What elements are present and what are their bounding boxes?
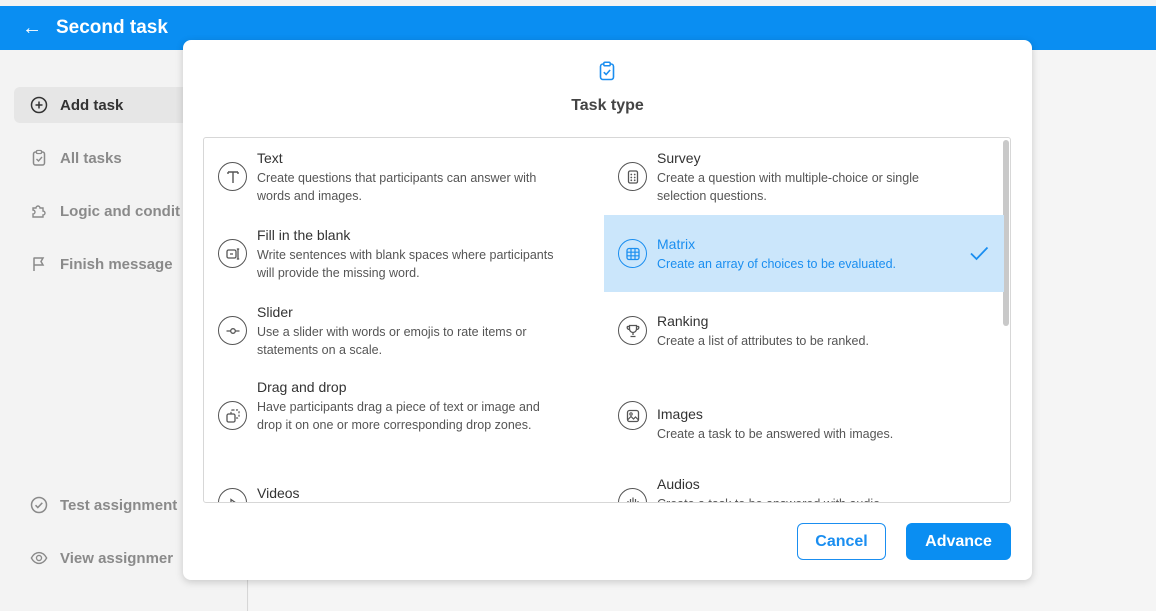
task-type-list: Text Create questions that participants … xyxy=(203,137,1011,503)
option-slider[interactable]: Slider Use a slider with words or emojis… xyxy=(204,292,604,369)
survey-icon xyxy=(618,162,647,191)
puzzle-icon xyxy=(30,202,48,220)
option-text[interactable]: Text Create questions that participants … xyxy=(204,138,604,214)
slider-icon xyxy=(218,316,247,345)
plus-circle-icon xyxy=(30,96,48,114)
clipboard-check-icon xyxy=(596,60,618,82)
advance-button[interactable]: Advance xyxy=(906,523,1011,560)
option-name: Audios xyxy=(657,476,700,492)
option-name: Text xyxy=(257,150,283,166)
eye-icon xyxy=(30,549,48,567)
drag-drop-icon xyxy=(218,401,247,430)
flag-icon xyxy=(30,255,48,273)
task-type-modal: Task type Text Create questions that par… xyxy=(183,40,1032,580)
sidebar-item-label: All tasks xyxy=(60,149,122,167)
image-icon xyxy=(618,401,647,430)
option-desc: Create a question with multiple-choice o… xyxy=(657,171,919,203)
sidebar-item-label: Logic and condit xyxy=(60,202,180,220)
cancel-button[interactable]: Cancel xyxy=(797,523,886,560)
option-name: Fill in the blank xyxy=(257,227,351,243)
option-desc: Use a slider with words or emojis to rat… xyxy=(257,325,527,357)
option-matrix[interactable]: Matrix Create an array of choices to be … xyxy=(604,215,1004,292)
fill-blank-icon xyxy=(218,239,247,268)
check-circle-icon xyxy=(30,496,48,514)
option-ranking[interactable]: Ranking Create a list of attributes to b… xyxy=(604,292,1004,369)
option-name: Ranking xyxy=(657,313,709,329)
option-name: Matrix xyxy=(657,236,696,252)
video-icon xyxy=(218,488,247,502)
option-name: Drag and drop xyxy=(257,379,347,395)
option-desc: Write sentences with blank spaces where … xyxy=(257,248,554,280)
arrow-left-icon[interactable]: ← xyxy=(22,18,42,38)
modal-title: Task type xyxy=(571,97,644,114)
option-audios[interactable]: Audios Create a task to be answered with… xyxy=(604,464,1004,502)
clipboard-check-icon xyxy=(30,149,48,167)
trophy-icon xyxy=(618,316,647,345)
sidebar-item-label: Add task xyxy=(60,96,124,114)
option-name: Images xyxy=(657,406,703,422)
option-desc: Create a task to be answered with audio. xyxy=(657,495,967,502)
page-title: Second task xyxy=(56,17,168,38)
option-desc: Create a list of attributes to be ranked… xyxy=(657,334,869,348)
option-name: Slider xyxy=(257,304,293,320)
option-desc: Have participants drag a piece of text o… xyxy=(257,400,540,432)
option-videos[interactable]: Videos xyxy=(204,464,604,502)
check-icon xyxy=(968,242,990,264)
option-fill-in-the-blank[interactable]: Fill in the blank Write sentences with b… xyxy=(204,215,604,292)
option-desc: Create a task to be answered with images… xyxy=(657,427,894,441)
option-name: Videos xyxy=(257,485,300,501)
option-desc: Create questions that participants can a… xyxy=(257,171,537,203)
sidebar-item-label: View assignmer xyxy=(60,549,174,567)
option-name: Survey xyxy=(657,150,701,166)
audio-icon xyxy=(618,488,647,502)
sidebar-item-label: Finish message xyxy=(60,255,173,273)
text-icon xyxy=(218,162,247,191)
matrix-icon xyxy=(618,239,647,268)
sidebar-item-label: Test assignment xyxy=(60,496,178,514)
option-survey[interactable]: Survey Create a question with multiple-c… xyxy=(604,138,1004,214)
option-images[interactable]: Images Create a task to be answered with… xyxy=(604,369,1004,464)
option-drag-and-drop[interactable]: Drag and drop Have participants drag a p… xyxy=(204,369,604,464)
option-desc: Create an array of choices to be evaluat… xyxy=(657,257,897,271)
